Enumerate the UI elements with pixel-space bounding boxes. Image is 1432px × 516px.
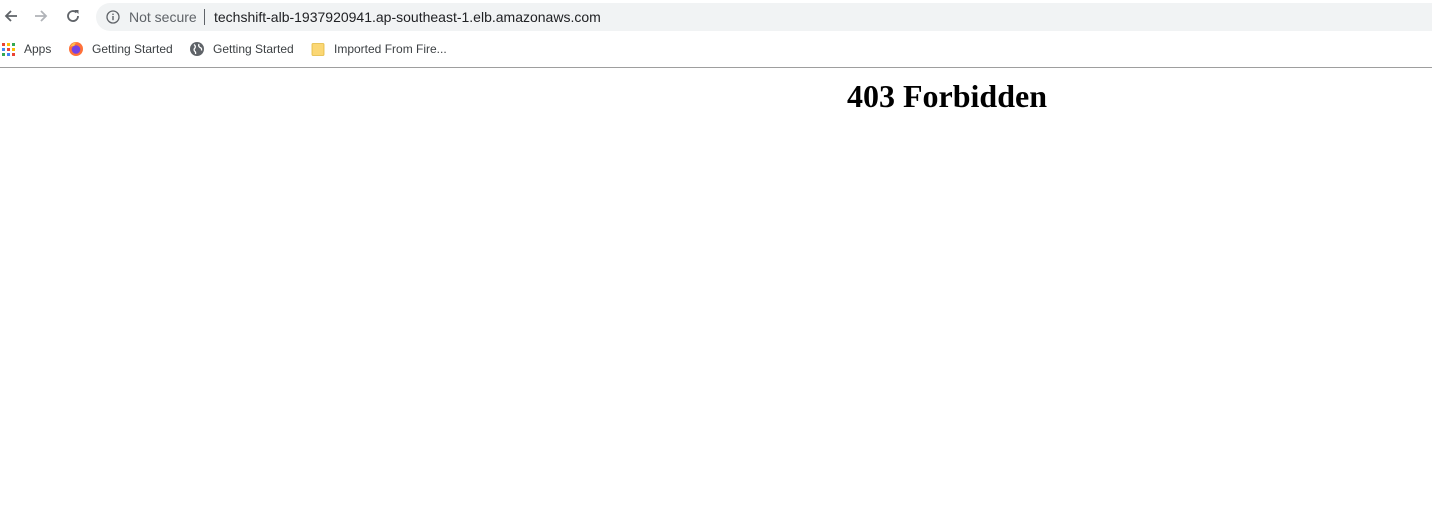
firefox-icon [68, 41, 84, 57]
bookmark-getting-started-globe[interactable]: Getting Started [189, 39, 294, 59]
globe-icon [189, 41, 205, 57]
page-heading: 403 Forbidden [846, 78, 1048, 114]
back-button[interactable] [0, 5, 22, 27]
browser-toolbar: Not secure techshift-alb-1937920941.ap-s… [0, 0, 1432, 34]
bookmarks-bar: Apps Getting Started Getting Started Imp… [0, 37, 1432, 61]
security-status-label[interactable]: Not secure [129, 9, 197, 25]
bookmark-label: Apps [24, 42, 52, 56]
page-content: 403 Forbidden [0, 68, 1432, 516]
info-icon[interactable] [106, 10, 120, 24]
bookmark-getting-started-firefox[interactable]: Getting Started [68, 39, 173, 59]
address-bar[interactable]: Not secure techshift-alb-1937920941.ap-s… [96, 3, 1432, 31]
reload-icon [67, 10, 79, 22]
omnibox-divider [204, 9, 205, 25]
reload-button[interactable] [62, 5, 84, 27]
bookmark-label: Getting Started [213, 42, 294, 56]
folder-icon [310, 41, 326, 57]
forward-button[interactable] [30, 5, 52, 27]
bookmark-label: Imported From Fire... [334, 42, 447, 56]
bookmark-folder-imported[interactable]: Imported From Fire... [310, 39, 447, 59]
bookmark-label: Getting Started [92, 42, 173, 56]
arrow-left-icon [4, 10, 17, 22]
bookmark-apps[interactable]: Apps [0, 39, 51, 59]
apps-grid-icon [0, 41, 16, 57]
url-text[interactable]: techshift-alb-1937920941.ap-southeast-1.… [214, 9, 601, 25]
arrow-right-icon [35, 10, 48, 22]
browser-chrome: Not secure techshift-alb-1937920941.ap-s… [0, 0, 1432, 68]
